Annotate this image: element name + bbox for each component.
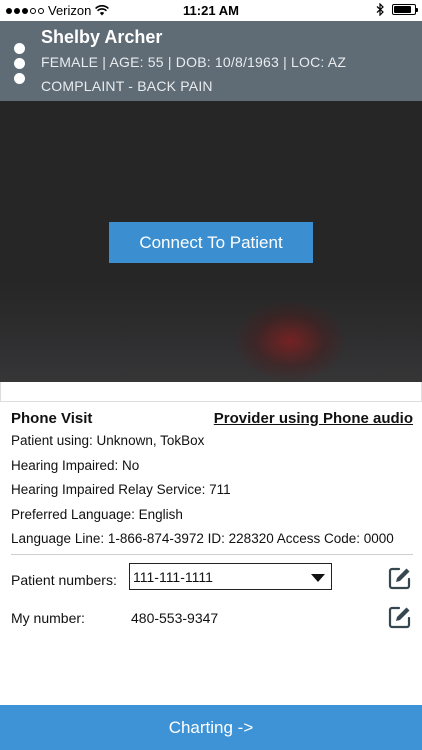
- status-bar: Verizon 11:21 AM: [0, 0, 422, 21]
- patient-numbers-label: Patient numbers:: [11, 572, 117, 588]
- my-number-value: 480-553-9347: [131, 610, 219, 626]
- preferred-language-line: Preferred Language: English: [11, 507, 183, 522]
- patient-demographics: FEMALE | AGE: 55 | DOB: 10/8/1963 | LOC:…: [41, 54, 347, 70]
- patient-numbers-select[interactable]: 111-111-1111: [129, 563, 332, 590]
- patient-using-line: Patient using: Unknown, TokBox: [11, 433, 205, 448]
- video-footer-strip: [0, 382, 422, 402]
- patient-number-selected: 111-111-1111: [133, 569, 213, 585]
- video-shade: [0, 281, 422, 382]
- bluetooth-icon: [376, 3, 384, 16]
- visit-type-title: Phone Visit: [11, 410, 93, 427]
- dropdown-arrow-icon: [311, 574, 325, 582]
- status-right: [376, 3, 418, 16]
- my-number-label: My number:: [11, 610, 85, 626]
- patient-name: Shelby Archer: [41, 27, 163, 47]
- menu-dots-icon[interactable]: [14, 43, 25, 84]
- charting-button[interactable]: Charting ->: [0, 705, 422, 750]
- connect-to-patient-button[interactable]: Connect To Patient: [109, 222, 313, 263]
- status-time: 11:21 AM: [183, 3, 239, 18]
- edit-patient-number-icon[interactable]: [388, 566, 412, 590]
- divider: [11, 554, 413, 555]
- video-glow: [235, 301, 345, 381]
- visit-header-row: Phone Visit Provider using Phone audio: [11, 410, 413, 430]
- relay-service-line: Hearing Impaired Relay Service: 711: [11, 482, 231, 497]
- patient-header: Shelby Archer FEMALE | AGE: 55 | DOB: 10…: [0, 21, 422, 101]
- edit-my-number-icon[interactable]: [388, 605, 412, 629]
- provider-audio-link[interactable]: Provider using Phone audio: [214, 410, 413, 427]
- language-line-line: Language Line: 1-866-874-3972 ID: 228320…: [11, 531, 394, 546]
- patient-complaint: COMPLAINT - BACK PAIN: [41, 78, 213, 94]
- battery-icon: [392, 4, 418, 15]
- video-area: Connect To Patient: [0, 101, 422, 382]
- hearing-impaired-line: Hearing Impaired: No: [11, 458, 140, 473]
